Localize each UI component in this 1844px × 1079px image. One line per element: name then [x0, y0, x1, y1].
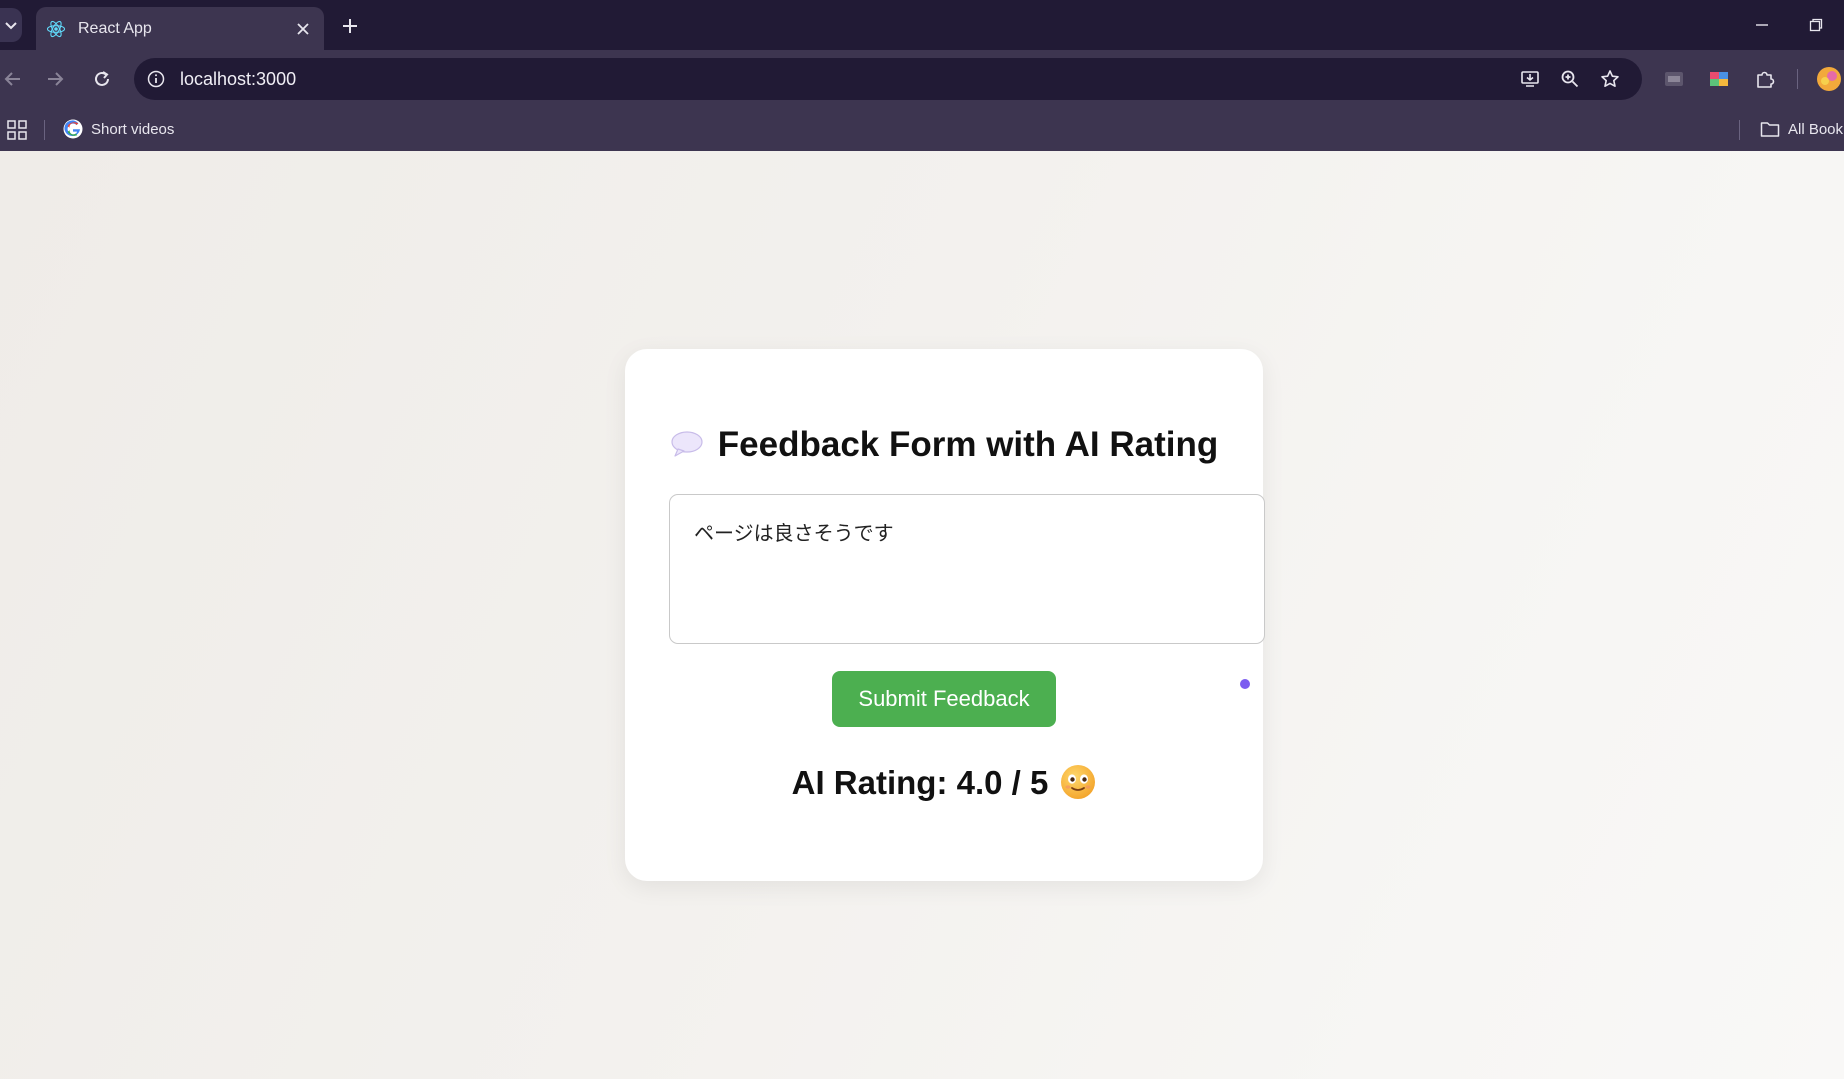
close-icon: [297, 22, 309, 35]
new-tab-button[interactable]: [338, 14, 362, 38]
apps-grid-icon[interactable]: [6, 119, 28, 141]
page-viewport: Feedback Form with AI Rating ページは良さそうです …: [0, 151, 1844, 1079]
tab-title: React App: [78, 19, 152, 37]
site-info-button[interactable]: [144, 67, 168, 91]
submit-feedback-button[interactable]: Submit Feedback: [832, 671, 1056, 727]
toolbar-separator: [1797, 69, 1798, 89]
bookmarks-bar: Short videos All Book: [0, 108, 1844, 151]
star-icon: [1601, 70, 1619, 87]
smiley-face-icon: [1061, 765, 1096, 800]
install-icon: [1521, 71, 1539, 87]
profile-avatar[interactable]: [1816, 66, 1842, 92]
forward-button[interactable]: [42, 66, 68, 92]
install-app-button[interactable]: [1518, 67, 1542, 91]
bookmark-star-button[interactable]: [1598, 67, 1622, 91]
bookmarks-separator: [44, 120, 45, 140]
extension-colorful-button[interactable]: [1706, 66, 1732, 92]
folder-icon: [1760, 122, 1780, 137]
extensions-button[interactable]: [1752, 66, 1778, 92]
reload-icon: [95, 71, 109, 86]
page-title-text: Feedback Form with AI Rating: [717, 425, 1219, 464]
minimize-button[interactable]: [1749, 12, 1775, 38]
bookmark-short-videos[interactable]: Short videos: [63, 116, 174, 142]
tab-strip: React App: [0, 0, 1844, 50]
bookmark-label: Short videos: [91, 120, 175, 138]
feedback-card: Feedback Form with AI Rating ページは良さそうです …: [625, 349, 1265, 881]
ai-rating: AI Rating: 4.0 / 5: [625, 764, 1263, 803]
page-title: Feedback Form with AI Rating: [625, 425, 1263, 465]
tab-search-button[interactable]: [0, 8, 22, 42]
puzzle-icon: [1757, 71, 1775, 88]
minimize-icon: [1756, 24, 1768, 26]
ai-rating-text: AI Rating: 4.0 / 5: [791, 764, 1049, 801]
zoom-in-icon: [1561, 70, 1579, 88]
info-icon: [147, 70, 165, 88]
media-extension-icon: [1665, 72, 1683, 86]
restore-button[interactable]: [1803, 12, 1829, 38]
address-bar[interactable]: localhost:3000: [134, 58, 1642, 100]
back-button[interactable]: [0, 66, 26, 92]
plus-icon: [343, 19, 357, 33]
extension-media-button[interactable]: [1661, 66, 1687, 92]
all-bookmarks-label: All Book: [1788, 120, 1844, 138]
zoom-button[interactable]: [1558, 67, 1582, 91]
speech-bubble-icon: [671, 431, 703, 457]
google-icon: [63, 119, 83, 139]
indicator-dot: [1240, 679, 1250, 689]
bookmarks-right-separator: [1739, 120, 1740, 140]
reload-button[interactable]: [89, 66, 115, 92]
colorful-extension-icon: [1710, 72, 1728, 86]
arrow-right-icon: [48, 72, 64, 86]
feedback-textarea[interactable]: ページは良さそうです: [669, 494, 1265, 644]
restore-icon: [1809, 18, 1823, 32]
avatar-icon: [1817, 67, 1841, 91]
url-text[interactable]: localhost:3000: [180, 69, 296, 90]
tab-close-button[interactable]: [292, 18, 314, 40]
arrow-left-icon: [4, 72, 20, 86]
browser-toolbar: localhost:3000: [0, 50, 1844, 108]
all-bookmarks-button[interactable]: All Book: [1760, 116, 1843, 142]
chevron-down-icon: [5, 22, 17, 30]
react-icon: [46, 20, 66, 37]
active-tab[interactable]: React App: [36, 7, 324, 50]
